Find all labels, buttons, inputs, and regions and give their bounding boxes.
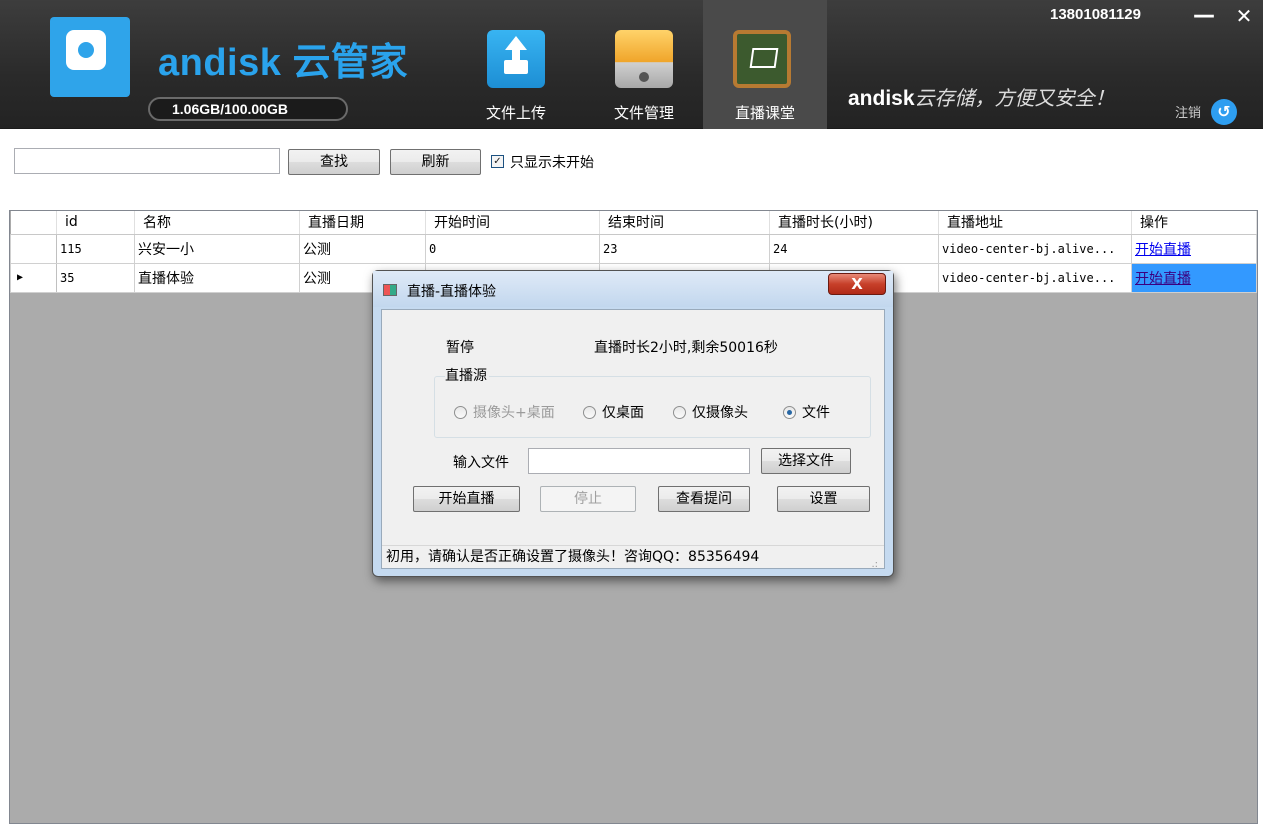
- cell-name[interactable]: 直播体验: [134, 262, 300, 293]
- start-live-link[interactable]: 开始直播: [1135, 271, 1191, 287]
- live-dialog: 直播-直播体验 X 暂停 直播时长2小时,剩余50016秒 直播源 摄像头+桌面…: [372, 270, 894, 577]
- dialog-title: 直播-直播体验: [407, 284, 497, 300]
- cell-date[interactable]: 公测: [299, 233, 426, 264]
- file-path-input[interactable]: [528, 448, 750, 474]
- filter-label: 只显示未开始: [510, 155, 594, 171]
- row-header-current[interactable]: ▶: [10, 262, 57, 293]
- live-status: 暂停: [446, 340, 474, 356]
- radio-icon: [454, 406, 467, 419]
- radio-camera-desktop: 摄像头+桌面: [454, 402, 555, 422]
- logout-icon[interactable]: ↺: [1211, 99, 1237, 125]
- header-bar: andisk 云管家 1.06GB/100.00GB 文件上传 文件管理 直播课…: [0, 0, 1263, 129]
- choose-file-button[interactable]: 选择文件: [761, 448, 851, 474]
- filter-checkbox[interactable]: ✓: [491, 155, 504, 168]
- file-input-label: 输入文件: [453, 455, 509, 471]
- storage-usage: 1.06GB/100.00GB: [148, 97, 348, 121]
- radio-selected-icon: [783, 406, 796, 419]
- cell-id[interactable]: 115: [56, 233, 135, 264]
- logout-link[interactable]: 注销: [1175, 102, 1201, 121]
- dialog-body: 暂停 直播时长2小时,剩余50016秒 直播源 摄像头+桌面 仅桌面 仅摄像头 …: [381, 309, 885, 570]
- column-header[interactable]: 直播地址: [938, 211, 1132, 235]
- radio-file[interactable]: 文件: [783, 402, 830, 422]
- search-button[interactable]: 查找: [288, 149, 380, 175]
- app-window: andisk 云管家 1.06GB/100.00GB 文件上传 文件管理 直播课…: [0, 0, 1263, 840]
- row-header-corner: [10, 211, 57, 235]
- cell-address[interactable]: video-center-bj.alive...: [938, 233, 1132, 264]
- radio-icon: [583, 406, 596, 419]
- logo-mark: [66, 30, 106, 70]
- slogan: andisk云存储，方便又安全！: [848, 86, 1115, 110]
- status-message: 初用，请确认是否正确设置了摄像头！咨询QQ：85356494: [386, 549, 760, 565]
- column-header[interactable]: 名称: [134, 211, 300, 235]
- radio-camera-only[interactable]: 仅摄像头: [673, 402, 748, 422]
- column-header[interactable]: 操作: [1131, 211, 1257, 235]
- dialog-titlebar[interactable]: 直播-直播体验 X: [373, 271, 893, 307]
- column-header[interactable]: 直播日期: [299, 211, 426, 235]
- cell-address[interactable]: video-center-bj.alive...: [938, 262, 1132, 293]
- user-phone: 13801081129: [1050, 6, 1141, 23]
- cell-duration[interactable]: 24: [769, 233, 939, 264]
- andisk-logo: [50, 17, 130, 97]
- source-legend: 直播源: [445, 365, 489, 385]
- radio-icon: [673, 406, 686, 419]
- upload-icon: [487, 30, 545, 88]
- column-header[interactable]: 结束时间: [599, 211, 770, 235]
- column-header[interactable]: id: [56, 211, 135, 235]
- refresh-button[interactable]: 刷新: [390, 149, 481, 175]
- file-cabinet-icon: [615, 30, 673, 88]
- resize-grip-icon[interactable]: .:: [871, 554, 878, 576]
- nav-file-upload[interactable]: 文件上传: [466, 0, 566, 129]
- cell-name[interactable]: 兴安一小: [134, 233, 300, 264]
- minimize-button[interactable]: —: [1184, 0, 1224, 32]
- row-header[interactable]: [10, 233, 57, 264]
- view-questions-button[interactable]: 查看提问: [658, 486, 750, 512]
- cell-start[interactable]: 0: [425, 233, 600, 264]
- app-window-icon: [383, 284, 397, 296]
- close-button[interactable]: ✕: [1225, 0, 1263, 32]
- column-header[interactable]: 直播时长(小时): [769, 211, 939, 235]
- nav-live-classroom[interactable]: 直播课堂: [703, 0, 827, 129]
- dialog-statusbar: 初用，请确认是否正确设置了摄像头！咨询QQ：85356494.:: [382, 545, 884, 570]
- dialog-close-button[interactable]: X: [828, 273, 886, 295]
- live-duration-info: 直播时长2小时,剩余50016秒: [594, 340, 778, 356]
- radio-desktop-only[interactable]: 仅桌面: [583, 402, 644, 422]
- nav-label: 文件管理: [613, 104, 674, 122]
- table-row[interactable]: 115 兴安一小 公测 0 23 24 video-center-bj.aliv…: [10, 233, 1257, 264]
- cell-action: 开始直播: [1131, 262, 1257, 293]
- brand-title: andisk 云管家: [158, 42, 408, 84]
- blackboard-icon: [733, 30, 791, 88]
- cell-action: 开始直播: [1131, 233, 1257, 264]
- settings-button[interactable]: 设置: [777, 486, 870, 512]
- search-input[interactable]: [14, 148, 280, 174]
- column-header[interactable]: 开始时间: [425, 211, 600, 235]
- nav-label: 直播课堂: [734, 104, 795, 122]
- cell-id[interactable]: 35: [56, 262, 135, 293]
- nav-label: 文件上传: [485, 104, 546, 122]
- start-live-link[interactable]: 开始直播: [1135, 242, 1191, 258]
- stop-button: 停止: [540, 486, 636, 512]
- start-live-button[interactable]: 开始直播: [413, 486, 520, 512]
- cell-end[interactable]: 23: [599, 233, 770, 264]
- table-header: id 名称 直播日期 开始时间 结束时间 直播时长(小时) 直播地址 操作: [10, 211, 1257, 235]
- nav-file-manage[interactable]: 文件管理: [594, 0, 694, 129]
